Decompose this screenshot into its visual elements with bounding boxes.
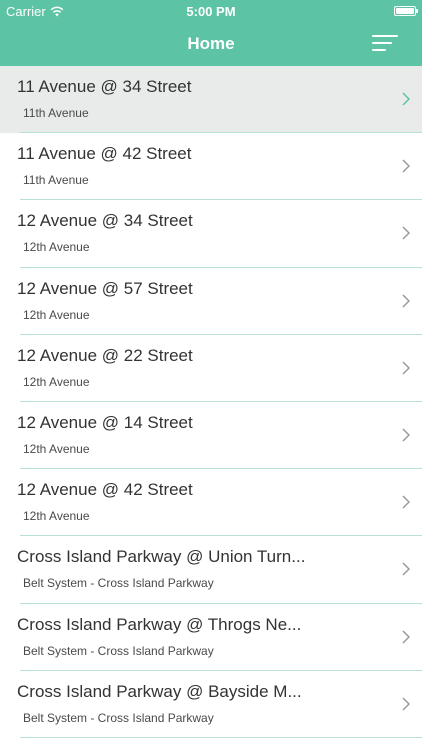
list-item[interactable]: 12 Avenue @ 22 Street 12th Avenue <box>0 334 422 402</box>
list-item-subtitle: 12th Avenue <box>23 307 90 322</box>
list-item[interactable]: 12 Avenue @ 34 Street 12th Avenue <box>0 200 422 268</box>
status-time: 5:00 PM <box>186 4 236 19</box>
list-item-title: Cross Island Parkway @ Throgs Ne... <box>17 614 302 634</box>
battery-icon <box>394 6 418 16</box>
list-item-subtitle: Belt System - Cross Island Parkway <box>23 710 214 725</box>
menu-sort-icon[interactable] <box>372 33 398 53</box>
list-item-subtitle: 12th Avenue <box>23 509 90 524</box>
list-item-subtitle: 11th Avenue <box>23 173 89 188</box>
list-item-title: 12 Avenue @ 14 Street <box>17 412 193 432</box>
list-item[interactable]: Cross Island Parkway @ Bayside M... Belt … <box>0 670 422 738</box>
intersection-list: 11 Avenue @ 34 Street 11th Avenue 11 Avenu… <box>0 66 422 750</box>
list-item-subtitle: 12th Avenue <box>23 441 90 456</box>
chevron-right-icon <box>402 629 410 644</box>
list-item[interactable]: 12 Avenue @ 14 Street 12th Avenue <box>0 401 422 470</box>
list-item-title: 12 Avenue @ 34 Street <box>17 211 193 231</box>
list-item-subtitle: 12th Avenue <box>23 240 90 255</box>
list-item-title: 11 Avenue @ 42 Street <box>17 144 192 164</box>
list-item[interactable]: Cross Island Parkway @ Throgs Ne... Belt … <box>0 603 422 671</box>
chevron-right-icon <box>402 428 410 442</box>
chevron-right-icon <box>402 159 410 173</box>
list-item[interactable]: Cross Island Parkway @ Union Turn... Belt… <box>0 536 422 604</box>
row-separator <box>20 736 422 738</box>
list-item-subtitle: 12th Avenue <box>23 374 90 389</box>
chevron-right-icon <box>402 562 410 576</box>
list-item-subtitle: 11th Avenue <box>23 106 89 120</box>
list-item-title: 12 Avenue @ 42 Street <box>17 480 193 500</box>
list-item-title: Cross Island Parkway @ Bayside M... <box>17 681 302 701</box>
chevron-right-icon <box>402 294 410 308</box>
list-item-subtitle: Belt System - Cross Island Parkway <box>23 643 214 658</box>
list-item[interactable]: 12 Avenue @ 42 Street 12th Avenue <box>0 469 422 537</box>
chevron-right-icon <box>402 92 410 106</box>
list-item-title: 11 Avenue @ 34 Street <box>17 77 192 96</box>
list-item-title: Cross Island Parkway @ Union Turn... <box>17 547 306 567</box>
list-item-title: 12 Avenue @ 22 Street <box>17 345 193 365</box>
chevron-right-icon <box>402 226 410 240</box>
chevron-right-icon <box>402 361 410 375</box>
list-item[interactable]: 12 Avenue @ 57 Street 12th Avenue <box>0 267 422 335</box>
list-item-title: 12 Avenue @ 57 Street <box>17 278 193 298</box>
status-bar: Carrier 5:00 PM <box>0 0 422 22</box>
chevron-right-icon <box>402 495 410 509</box>
nav-header: Carrier 5:00 PM Home <box>0 0 422 66</box>
list-item[interactable]: 11 Avenue @ 42 Street 11th Avenue <box>0 133 422 201</box>
list-item[interactable]: 11 Avenue @ 34 Street 11th Avenue <box>0 66 422 134</box>
list-item-subtitle: Belt System - Cross Island Parkway <box>23 576 214 591</box>
chevron-right-icon <box>402 697 410 711</box>
page-title: Home <box>187 34 235 53</box>
